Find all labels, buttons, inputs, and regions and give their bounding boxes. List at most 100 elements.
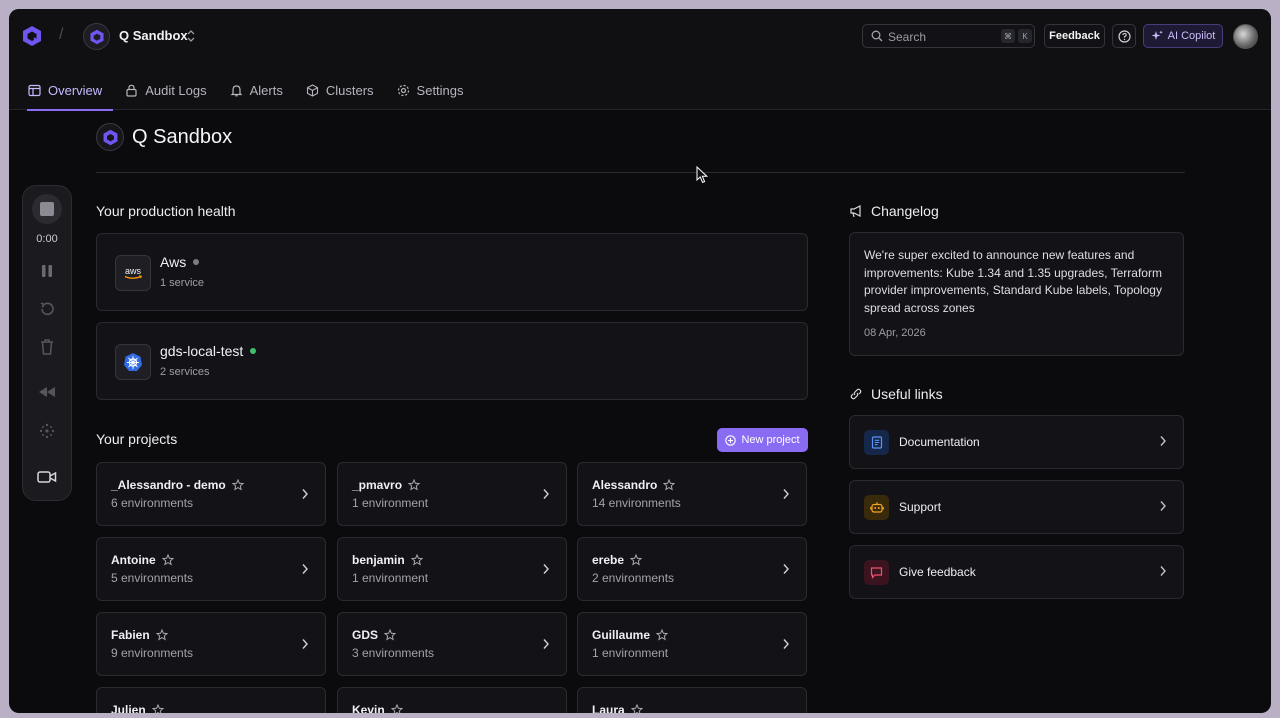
help-button[interactable]	[1112, 24, 1136, 48]
delete-recording-button[interactable]	[23, 338, 71, 356]
org-avatar[interactable]	[83, 23, 110, 50]
cluster-name: gds-local-test	[160, 343, 257, 359]
project-name-text: Antoine	[111, 553, 156, 567]
search-placeholder: Search	[888, 30, 927, 44]
lock-icon	[126, 84, 137, 97]
star-icon[interactable]	[410, 554, 423, 566]
star-icon[interactable]	[161, 554, 174, 566]
tab-audit-logs[interactable]: Audit Logs	[124, 71, 217, 110]
cluster-card-gds-local-test[interactable]: gds-local-test 2 services	[96, 322, 808, 400]
project-name-text: GDS	[352, 628, 379, 642]
changelog-heading: Changelog	[849, 203, 939, 219]
star-icon[interactable]	[231, 479, 244, 491]
changelog-card[interactable]: We're super excited to announce new feat…	[849, 232, 1184, 356]
star-icon[interactable]	[384, 629, 397, 641]
project-name-text: benjamin	[352, 553, 405, 567]
star-icon[interactable]	[151, 704, 164, 713]
changelog-date: 08 Apr, 2026	[864, 327, 926, 339]
project-name-text: _pmavro	[352, 478, 403, 492]
cluster-services-count: 2 services	[160, 366, 210, 378]
feedback-button[interactable]: Feedback	[1044, 24, 1105, 48]
camera-button[interactable]	[23, 470, 71, 484]
project-card[interactable]: Alessandro 14 environments	[577, 462, 807, 526]
user-avatar[interactable]	[1233, 24, 1258, 49]
svg-text:aws: aws	[125, 266, 142, 276]
tab-settings[interactable]: Settings	[396, 71, 475, 110]
recording-timer: 0:00	[23, 233, 71, 245]
app-window: / Q Sandbox Search ⌘ K Feedback AI Copil…	[9, 9, 1271, 713]
chevron-right-icon	[302, 489, 308, 499]
effects-button[interactable]	[23, 423, 71, 439]
status-indicator	[250, 348, 257, 354]
chevron-right-icon	[1160, 566, 1166, 576]
new-project-button[interactable]: New project	[717, 428, 808, 452]
project-card[interactable]: GDS 3 environments	[337, 612, 567, 676]
star-icon[interactable]	[390, 704, 403, 713]
pause-button[interactable]	[23, 263, 71, 279]
project-name-text: Fabien	[111, 628, 150, 642]
project-name: Antoine	[111, 553, 174, 567]
project-card[interactable]: Julien	[96, 687, 326, 713]
documentation-link[interactable]: Documentation	[849, 415, 1184, 469]
document-icon	[864, 430, 889, 455]
link-label: Support	[899, 500, 942, 514]
chevron-up-down-icon[interactable]	[185, 28, 197, 44]
restart-button[interactable]	[23, 300, 71, 318]
project-card[interactable]: Fabien 9 environments	[96, 612, 326, 676]
ai-copilot-button[interactable]: AI Copilot	[1143, 24, 1223, 48]
pause-icon	[42, 265, 52, 277]
sparkles-icon	[1151, 30, 1163, 40]
project-name-text: erebe	[592, 553, 625, 567]
cluster-name-text: Aws	[160, 254, 187, 270]
search-icon	[871, 30, 883, 42]
useful-links-heading: Useful links	[849, 386, 943, 402]
tab-clusters[interactable]: Clusters	[305, 71, 385, 110]
tab-alerts[interactable]: Alerts	[229, 71, 294, 110]
support-link[interactable]: Support	[849, 480, 1184, 534]
star-icon[interactable]	[656, 629, 669, 641]
tab-label: Clusters	[325, 83, 374, 98]
tab-label: Overview	[48, 83, 103, 98]
org-switcher-name[interactable]: Q Sandbox	[119, 28, 188, 43]
project-card[interactable]: Laura	[577, 687, 807, 713]
project-environments: 9 environments	[111, 646, 194, 660]
rewind-button[interactable]	[23, 386, 71, 398]
star-icon[interactable]	[155, 629, 168, 641]
org-logo-icon	[103, 129, 117, 145]
project-environments: 3 environments	[352, 646, 435, 660]
project-environments: 6 environments	[111, 496, 194, 510]
tab-label: Alerts	[249, 83, 283, 98]
projects-title: Your projects	[96, 431, 178, 447]
star-icon[interactable]	[630, 554, 643, 566]
project-card[interactable]: _pmavro 1 environment	[337, 462, 567, 526]
page-title: Q Sandbox	[132, 125, 233, 148]
project-card[interactable]: Guillaume 1 environment	[577, 612, 807, 676]
project-name: Julien	[111, 703, 164, 713]
shortcut-key-cmd: ⌘	[1001, 29, 1015, 43]
cluster-card-aws[interactable]: aws Aws 1 service	[96, 233, 808, 311]
screen-recorder-panel: 0:00	[22, 185, 72, 501]
qovery-logo-icon[interactable]	[21, 25, 43, 47]
chevron-right-icon	[783, 564, 789, 574]
star-icon[interactable]	[663, 479, 676, 491]
stop-recording-button[interactable]	[23, 194, 71, 224]
search-input[interactable]: Search ⌘ K	[862, 24, 1035, 48]
project-name: erebe	[592, 553, 643, 567]
project-card[interactable]: Kevin	[337, 687, 567, 713]
tab-overview[interactable]: Overview	[27, 71, 114, 111]
recording-time: 0:00	[36, 233, 58, 245]
star-icon[interactable]	[408, 479, 421, 491]
project-name: Laura	[592, 703, 643, 713]
star-icon[interactable]	[630, 704, 643, 713]
project-card[interactable]: Antoine 5 environments	[96, 537, 326, 601]
project-card[interactable]: _Alessandro - demo 6 environments	[96, 462, 326, 526]
chevron-right-icon	[302, 564, 308, 574]
give-feedback-link[interactable]: Give feedback	[849, 545, 1184, 599]
page-header: Q Sandbox	[96, 123, 232, 151]
project-name: Fabien	[111, 628, 168, 642]
link-icon	[850, 388, 862, 400]
message-icon	[864, 560, 889, 585]
project-card[interactable]: benjamin 1 environment	[337, 537, 567, 601]
project-card[interactable]: erebe 2 environments	[577, 537, 807, 601]
cluster-name-text: gds-local-test	[160, 343, 244, 359]
